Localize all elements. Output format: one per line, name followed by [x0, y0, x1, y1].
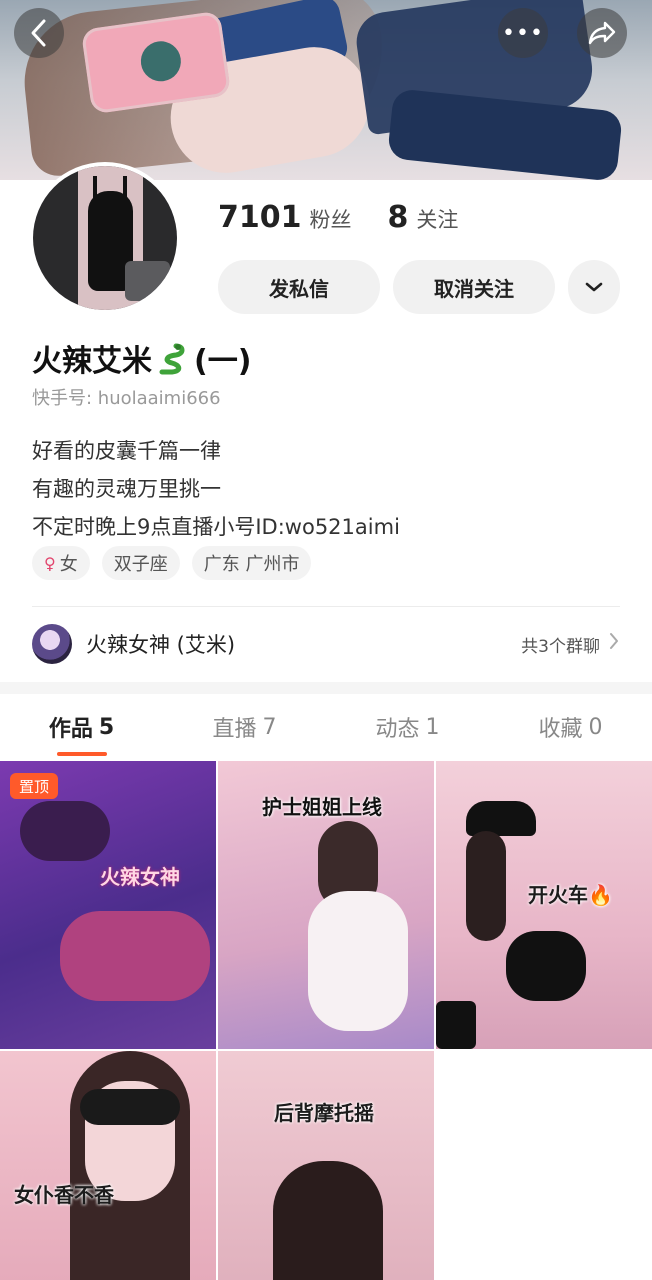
group-name: 火辣女神 (艾米)	[86, 633, 236, 657]
profile-stats: 7101 粉丝 8 关注	[218, 200, 458, 235]
avatar[interactable]	[29, 162, 181, 314]
following-count[interactable]: 8	[388, 200, 409, 235]
profile-name-suffix: (一)	[194, 344, 252, 379]
group-chat-row[interactable]: 火辣女神 (艾米) 共3个群聊	[32, 622, 620, 666]
snake-emoji-icon	[156, 341, 190, 375]
profile-cover-image	[0, 0, 652, 180]
work-thumbnail[interactable]: 后背摩托摇	[218, 1051, 434, 1280]
work-thumbnail[interactable]: 女仆香不香	[0, 1051, 216, 1280]
bio-line: 不定时晚上9点直播小号ID:wo521aimi	[32, 515, 400, 539]
tab-favorites[interactable]: 收藏 0	[489, 694, 652, 760]
send-message-button[interactable]: 发私信	[218, 260, 380, 314]
zodiac-tag: 双子座	[101, 546, 180, 580]
pinned-badge: 置顶	[10, 773, 59, 799]
following-label[interactable]: 关注	[416, 204, 458, 234]
chevron-right-icon	[608, 631, 620, 657]
share-button[interactable]	[577, 8, 627, 58]
profile-name-text: 火辣艾米	[32, 344, 152, 379]
unfollow-button[interactable]: 取消关注	[393, 260, 555, 314]
tab-live[interactable]: 直播 7	[163, 694, 326, 760]
work-caption: 火辣女神	[100, 865, 180, 889]
tab-count: 0	[588, 714, 603, 740]
share-arrow-icon	[588, 21, 616, 45]
group-avatar	[32, 624, 72, 664]
fans-count[interactable]: 7101	[218, 200, 302, 235]
section-divider	[0, 682, 652, 694]
chevron-left-icon	[31, 19, 46, 47]
bio: 好看的皮囊千篇一律 有趣的灵魂万里挑一 不定时晚上9点直播小号ID:wo521a…	[32, 432, 400, 546]
fans-label[interactable]: 粉丝	[310, 204, 352, 234]
bio-line: 有趣的灵魂万里挑一	[32, 477, 221, 501]
profile-name: 火辣艾米 (一)	[32, 336, 251, 380]
work-caption: 后背摩托摇	[274, 1101, 374, 1125]
work-thumbnail[interactable]: 开火车🔥	[436, 761, 652, 1049]
work-caption: 护士姐姐上线	[262, 795, 382, 819]
profile-tags: ♀ 女 双子座 广东 广州市	[32, 546, 323, 580]
divider	[32, 606, 620, 607]
female-icon: ♀	[44, 553, 56, 573]
tab-works[interactable]: 作品 5	[0, 694, 163, 760]
tab-label: 动态	[375, 717, 420, 742]
work-thumbnail[interactable]: 置顶 火辣女神	[0, 761, 216, 1049]
work-caption: 女仆香不香	[14, 1183, 114, 1207]
gender-label: 女	[59, 554, 78, 575]
tab-label: 直播	[212, 717, 257, 742]
bio-line: 好看的皮囊千篇一律	[32, 439, 221, 463]
account-id[interactable]: 快手号: huolaaimi666	[32, 384, 221, 410]
gender-tag: ♀ 女	[32, 546, 90, 580]
expand-button[interactable]	[568, 260, 620, 314]
work-thumbnail[interactable]: 护士姐姐上线	[218, 761, 434, 1049]
work-caption: 开火车🔥	[528, 879, 613, 908]
group-count: 共3个群聊	[521, 636, 600, 657]
tab-count: 5	[98, 714, 115, 740]
tab-count: 7	[262, 714, 277, 740]
tab-label: 作品	[48, 717, 93, 742]
more-options-button[interactable]: •••	[498, 8, 548, 58]
more-dots-icon: •••	[502, 20, 544, 46]
location-tag: 广东 广州市	[191, 546, 312, 580]
fire-icon: 🔥	[588, 883, 613, 907]
back-button[interactable]	[14, 8, 64, 58]
content-tabs: 作品 5 直播 7 动态 1 收藏 0	[0, 694, 652, 760]
tab-moments[interactable]: 动态 1	[326, 694, 489, 760]
tab-label: 收藏	[538, 717, 583, 742]
work-caption-text: 开火车	[528, 883, 588, 907]
chevron-down-icon	[585, 282, 603, 292]
tab-count: 1	[425, 714, 440, 740]
